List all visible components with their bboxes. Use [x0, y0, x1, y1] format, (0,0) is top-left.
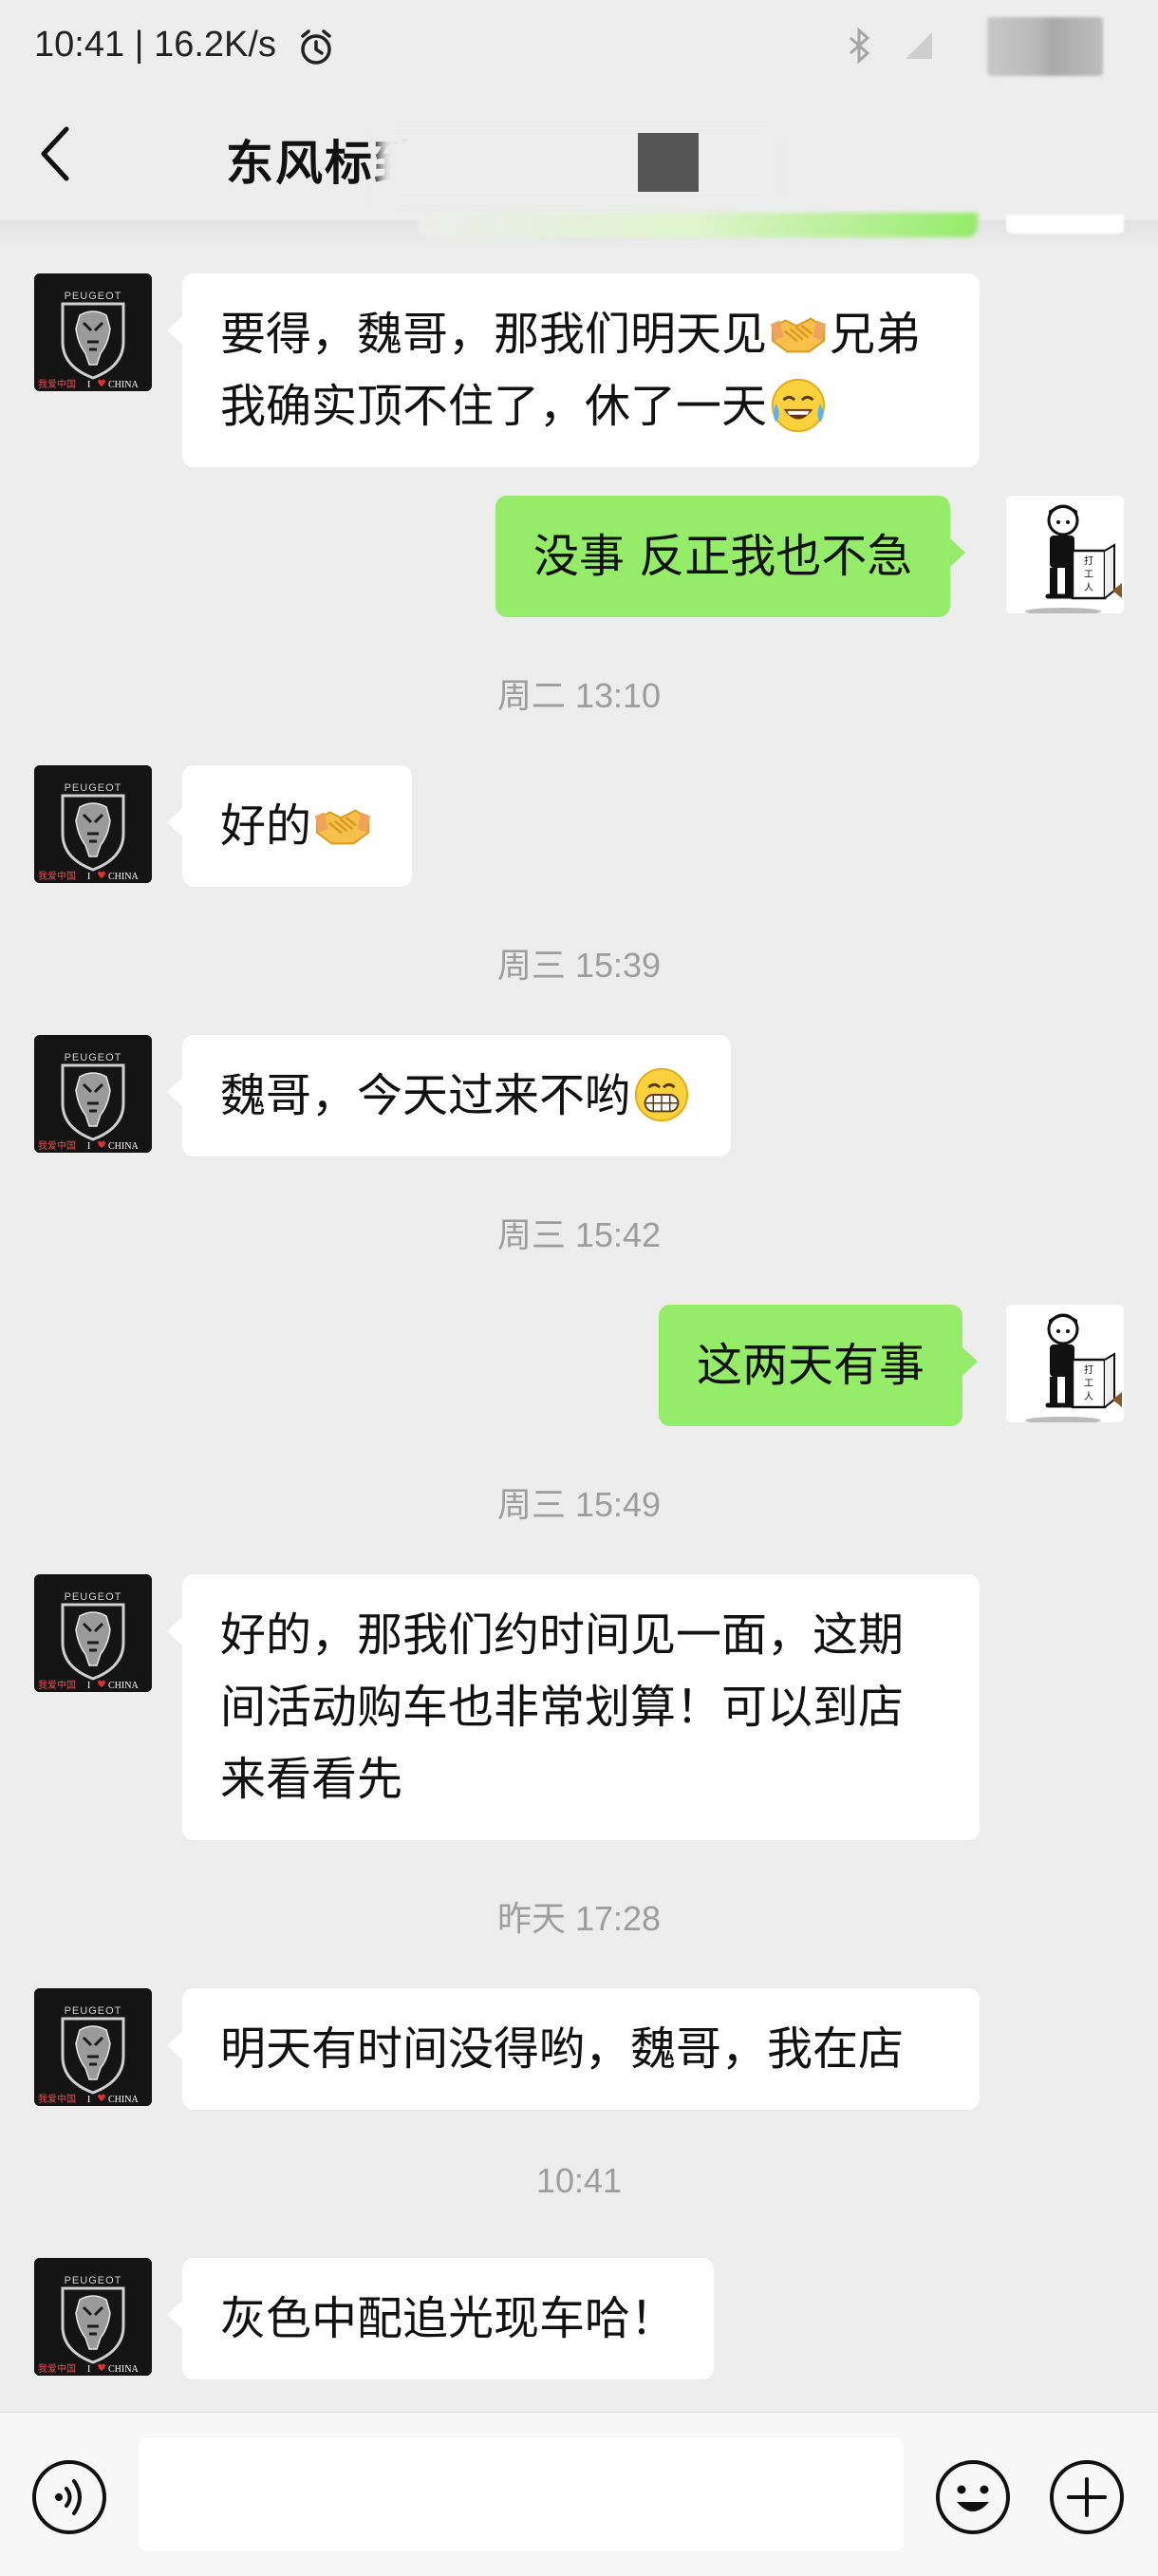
message-bubble[interactable]: 魏哥，今天过来不哟 — [166, 1035, 732, 1156]
contact-avatar[interactable] — [34, 1574, 152, 1692]
smiley-icon[interactable] — [934, 2458, 1012, 2536]
status-time-speed: 10:41 | 16.2K/s — [34, 25, 276, 65]
timestamp: 周三 15:39 — [496, 946, 662, 985]
voice-icon[interactable] — [30, 2458, 108, 2536]
message-bubble-self[interactable]: 没事 反正我也不急 — [495, 496, 966, 617]
message-text: 好的 — [220, 799, 312, 853]
handshake-emoji — [769, 304, 828, 363]
peugeot-lion-logo — [34, 765, 152, 883]
message-text-line: 好的，那我们约时间见一面，这期 — [220, 1608, 905, 1662]
contact-avatar[interactable] — [34, 765, 152, 883]
peugeot-lion-logo — [34, 1988, 152, 2106]
message-text: 这两天有事 — [697, 1339, 925, 1392]
self-avatar[interactable] — [1006, 496, 1124, 613]
message-bubble-self[interactable]: 这两天有事 — [659, 1305, 979, 1426]
message-bubble[interactable]: 要得，魏哥，那我们明天见 兄弟我确实顶不住了，休了一天 — [167, 273, 980, 467]
status-bar: 10:41 | 16.2K/s — [0, 0, 1158, 95]
peugeot-lion-logo — [34, 1574, 152, 1692]
message-input[interactable] — [139, 2437, 904, 2551]
timestamp: 周三 15:49 — [496, 1485, 662, 1524]
timestamp: 10:41 — [535, 2161, 623, 2200]
cartoon-worker-avatar — [1006, 1305, 1124, 1422]
message-bubble[interactable]: 好的 — [166, 765, 413, 887]
handshake-emoji — [313, 796, 372, 855]
timestamp: 周三 15:42 — [496, 1215, 662, 1254]
message-text: 魏哥，今天过来不哟 — [220, 1069, 631, 1122]
bluetooth-icon — [850, 27, 870, 65]
timestamp: 昨天 17:28 — [496, 1899, 662, 1938]
peugeot-lion-logo — [34, 2258, 152, 2376]
crying-laughing-emoji — [769, 376, 828, 435]
alarm-icon — [301, 29, 331, 65]
previous-avatar-fragment — [1006, 215, 1124, 234]
self-avatar[interactable] — [1006, 1305, 1124, 1422]
peugeot-lion-logo — [34, 1035, 152, 1153]
signal-icon — [906, 32, 932, 59]
message-bubble[interactable]: 灰色中配追光现车哈！ — [166, 2258, 715, 2379]
message-text-line: 来看看先 — [220, 1753, 403, 1806]
message-bubble[interactable]: 明天有时间没得哟，魏哥，我在店 — [167, 1988, 980, 2110]
redacted-title-area — [380, 133, 778, 199]
message-text: 没事 反正我也不急 — [533, 530, 913, 583]
contact-avatar[interactable] — [34, 273, 152, 391]
contact-avatar[interactable] — [34, 1988, 152, 2106]
cartoon-worker-avatar — [1006, 496, 1124, 613]
timestamp: 周二 13:10 — [496, 676, 662, 715]
contact-avatar[interactable] — [34, 1035, 152, 1153]
redaction-block — [638, 133, 699, 192]
peugeot-lion-logo — [34, 273, 152, 391]
contact-avatar[interactable] — [34, 2258, 152, 2376]
message-text: 明天有时间没得哟，魏哥，我在店 — [220, 2022, 905, 2076]
previous-message-fragment — [418, 213, 978, 237]
input-bar — [0, 2412, 1158, 2576]
message-text-line: 间活动购车也非常划算！可以到店 — [220, 1681, 905, 1734]
nav-bar: 东风标致 — [0, 95, 1158, 222]
message-text: 要得，魏哥，那我们明天见 — [220, 308, 768, 361]
chevron-left-icon[interactable] — [36, 123, 74, 184]
plus-circle-icon[interactable] — [1048, 2458, 1126, 2536]
message-bubble[interactable]: 好的，那我们约时间见一面，这期 间活动购车也非常划算！可以到店 来看看先 — [167, 1574, 980, 1840]
message-text: 灰色中配追光现车哈！ — [220, 2292, 677, 2345]
grinning-emoji — [632, 1065, 691, 1124]
battery-icon — [987, 17, 1103, 76]
